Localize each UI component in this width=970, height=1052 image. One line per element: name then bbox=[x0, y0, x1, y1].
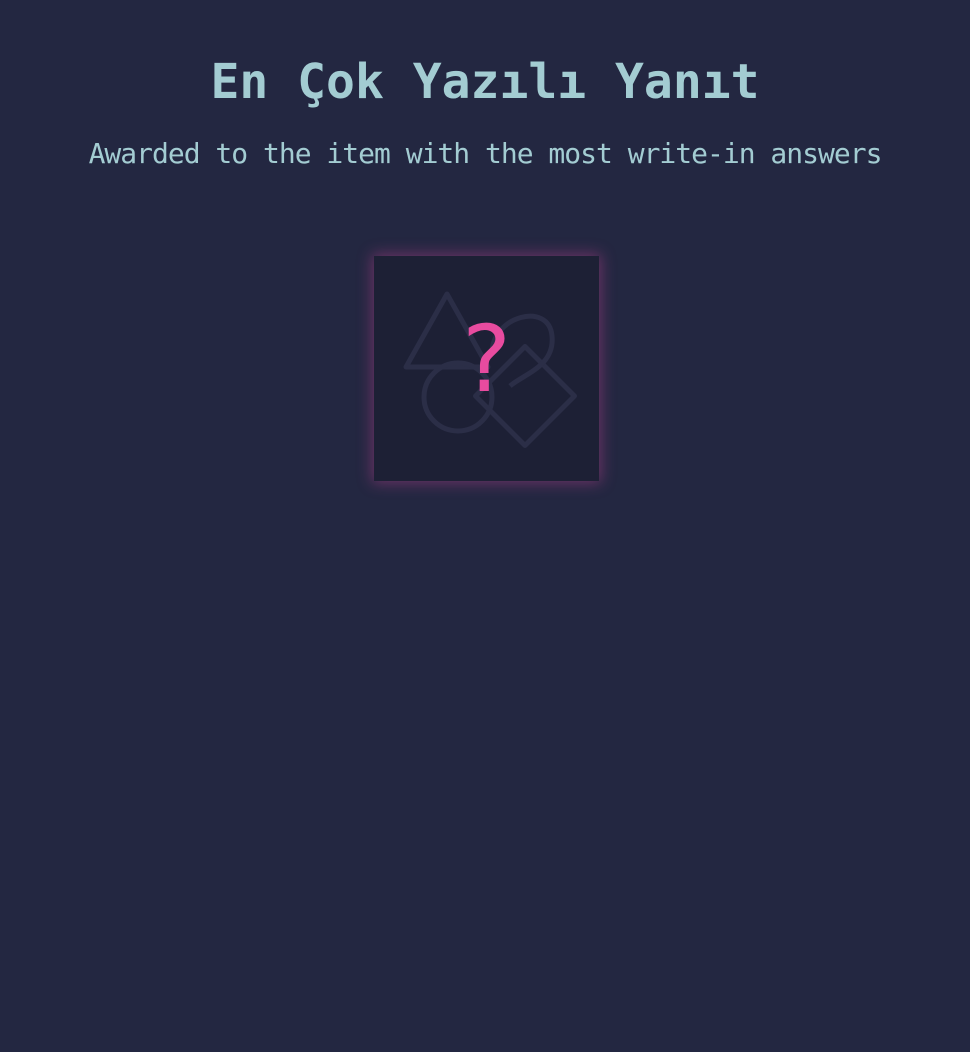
award-description: Awarded to the item with the most write-… bbox=[88, 137, 883, 170]
award-page: En Çok Yazılı Yanıt Awarded to the item … bbox=[0, 0, 970, 1052]
award-title: En Çok Yazılı Yanıt bbox=[210, 54, 760, 110]
question-mark-icon: ? bbox=[462, 306, 511, 413]
badge-card: ? bbox=[374, 256, 599, 481]
